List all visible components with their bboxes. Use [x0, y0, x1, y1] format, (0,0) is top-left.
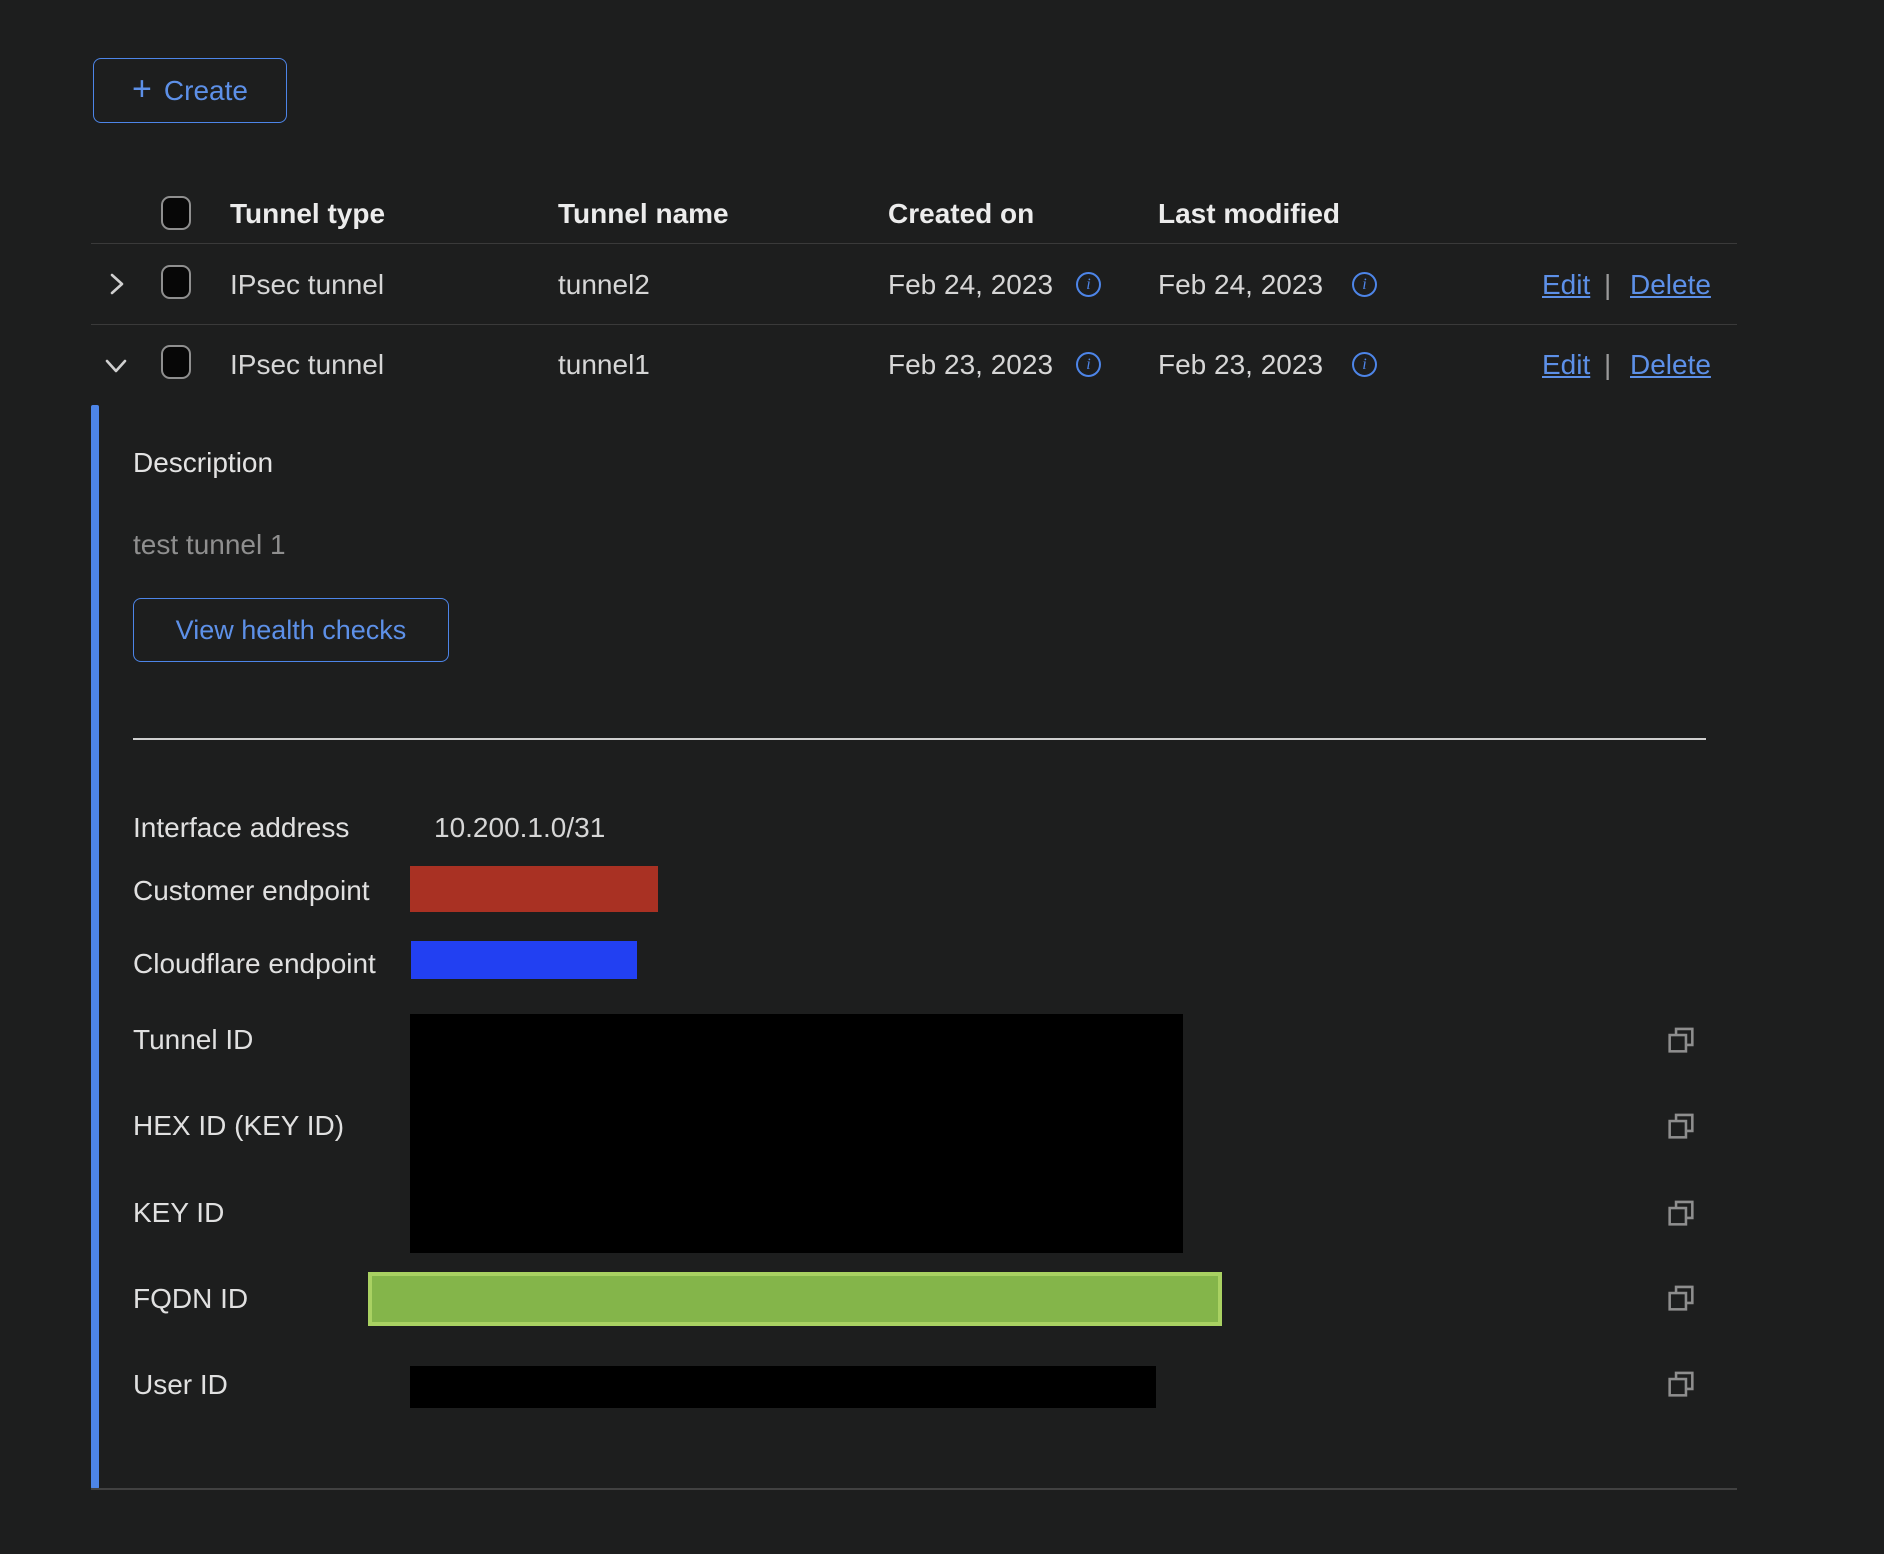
- header-tunnel-type: Tunnel type: [230, 198, 385, 230]
- key-id-label: KEY ID: [133, 1197, 224, 1229]
- cloudflare-endpoint-redacted-value: [411, 941, 637, 979]
- tunnel-id-label: Tunnel ID: [133, 1024, 253, 1056]
- description-value: test tunnel 1: [133, 529, 286, 561]
- create-button-label: Create: [164, 75, 248, 107]
- chevron-right-icon[interactable]: [104, 270, 130, 298]
- info-icon[interactable]: i: [1352, 272, 1377, 297]
- copy-user-id-button[interactable]: [1664, 1367, 1698, 1401]
- create-button[interactable]: + Create: [93, 58, 287, 123]
- header-created-on: Created on: [888, 198, 1034, 230]
- fqdn-id-redacted-value: [368, 1272, 1222, 1326]
- header-tunnel-name: Tunnel name: [558, 198, 729, 230]
- copy-key-id-button[interactable]: [1664, 1196, 1698, 1230]
- tunnel-type-cell: IPsec tunnel: [230, 269, 384, 301]
- action-separator: |: [1604, 349, 1611, 381]
- customer-endpoint-redacted-value: [410, 866, 658, 912]
- ids-redacted-value-block: [410, 1014, 1183, 1253]
- customer-endpoint-label: Customer endpoint: [133, 875, 370, 907]
- created-on-cell: Feb 24, 2023: [888, 269, 1053, 301]
- info-icon[interactable]: i: [1076, 352, 1101, 377]
- info-icon[interactable]: i: [1076, 272, 1101, 297]
- fqdn-id-label: FQDN ID: [133, 1283, 248, 1315]
- user-id-redacted-value: [410, 1366, 1156, 1408]
- expanded-row-accent-bar: [91, 405, 99, 1489]
- created-on-cell: Feb 23, 2023: [888, 349, 1053, 381]
- select-all-checkbox[interactable]: [161, 196, 191, 230]
- info-icon[interactable]: i: [1352, 352, 1377, 377]
- delete-link[interactable]: Delete: [1630, 349, 1711, 381]
- last-modified-cell: Feb 24, 2023: [1158, 269, 1323, 301]
- action-separator: |: [1604, 269, 1611, 301]
- interface-address-label: Interface address: [133, 812, 349, 844]
- description-label: Description: [133, 447, 273, 479]
- last-modified-cell: Feb 23, 2023: [1158, 349, 1323, 381]
- section-divider: [133, 738, 1706, 740]
- copy-tunnel-id-button[interactable]: [1664, 1023, 1698, 1057]
- user-id-label: User ID: [133, 1369, 228, 1401]
- delete-link[interactable]: Delete: [1630, 269, 1711, 301]
- header-last-modified: Last modified: [1158, 198, 1340, 230]
- copy-fqdn-id-button[interactable]: [1664, 1281, 1698, 1315]
- edit-link[interactable]: Edit: [1542, 349, 1590, 381]
- tunnel-type-cell: IPsec tunnel: [230, 349, 384, 381]
- interface-address-value: 10.200.1.0/31: [434, 812, 605, 844]
- tunnels-page: + Create Tunnel type Tunnel name Created…: [0, 0, 1884, 1554]
- row-divider: [91, 324, 1737, 325]
- plus-icon: +: [132, 72, 152, 106]
- tunnel-name-cell: tunnel1: [558, 349, 650, 381]
- edit-link[interactable]: Edit: [1542, 269, 1590, 301]
- cloudflare-endpoint-label: Cloudflare endpoint: [133, 948, 376, 980]
- tunnel-name-cell: tunnel2: [558, 269, 650, 301]
- view-health-checks-button[interactable]: View health checks: [133, 598, 449, 662]
- header-divider: [91, 243, 1737, 244]
- chevron-down-icon[interactable]: [103, 352, 129, 380]
- copy-hex-id-button[interactable]: [1664, 1109, 1698, 1143]
- expanded-row-bottom-border: [91, 1488, 1737, 1490]
- row-checkbox[interactable]: [161, 345, 191, 379]
- hex-id-label: HEX ID (KEY ID): [133, 1110, 344, 1142]
- row-checkbox[interactable]: [161, 265, 191, 299]
